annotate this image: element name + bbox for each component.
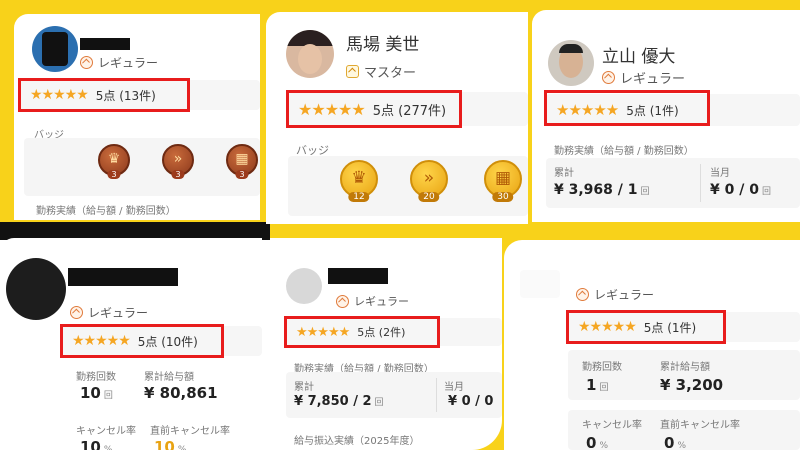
worker-card-4[interactable]: レギュラー ★★★★★ 5点 (10件) 勤務回数 10 回 累計給与額 ¥ 80… [0, 238, 262, 450]
chevrons-icon: » [173, 151, 183, 167]
cancel-rate-label: キャンセル率 [76, 426, 136, 437]
pay-value: ¥ 80,861 [144, 384, 218, 402]
worker-card-2[interactable]: 馬場 美世 マスター ★★★★★ 5点 (277件) バッジ ♛ 12 » 20… [266, 12, 528, 224]
work-record-label: 勤務実績（給与額 / 勤務回数） [36, 206, 176, 217]
worker-card-6[interactable]: レギュラー ★★★★★ 5点 (1件) 勤務回数 1回 累計給与額 ¥ 3,20… [504, 240, 800, 450]
worker-name: 立山 優大 [602, 47, 676, 67]
avatar [6, 258, 66, 320]
work-count-label: 勤務回数 [76, 372, 116, 383]
badge-icon[interactable]: » 20 [410, 160, 448, 202]
avatar-hair [559, 44, 583, 53]
total-value: ¥ 3,968 / 1回 [554, 182, 650, 198]
name-redaction [80, 38, 130, 50]
badge-count: 3 [235, 170, 249, 179]
worker-card-5[interactable]: レギュラー ★★★★★ 5点 (2件) 勤務実績（給与額 / 勤務回数） 累計 … [270, 238, 502, 450]
avatar-face [298, 44, 322, 74]
late-cancel-rate-value: 10% [154, 438, 187, 450]
building-icon: ▦ [494, 168, 512, 188]
month-label: 当月 [710, 168, 730, 179]
rank-label: レギュラー [70, 304, 148, 321]
pay-label: 累計給与額 [660, 362, 710, 373]
pay-value: ¥ 3,200 [660, 376, 724, 394]
worker-card-3[interactable]: 立山 優大 レギュラー ★★★★★ 5点 (1件) 勤務実績（給与額 / 勤務回… [532, 10, 800, 222]
badge-icon[interactable]: » 3 [162, 144, 194, 179]
month-label: 当月 [444, 382, 464, 393]
avatar [548, 40, 594, 86]
worker-card-1[interactable]: レギュラー ★★★★★ 5点 (13件) バッジ ♛ 3 » 3 ▦ 3 勤務実… [14, 14, 260, 220]
badge-icon[interactable]: ♛ 3 [98, 144, 130, 179]
highlight-box [286, 90, 462, 128]
chevrons-icon: » [423, 168, 435, 188]
total-label: 累計 [554, 168, 574, 179]
rank-icon [576, 288, 589, 301]
avatar [286, 268, 322, 304]
month-value: ¥ 0 / 0 [448, 394, 494, 409]
name-redaction [328, 268, 388, 284]
badge-count: 20 [418, 192, 440, 202]
rank-label: マスター [346, 62, 416, 81]
avatar [286, 30, 334, 78]
late-cancel-rate-label: 直前キャンセル率 [150, 426, 230, 437]
building-icon: ▦ [235, 151, 249, 167]
rank-icon [70, 306, 83, 319]
rank-icon [346, 65, 359, 78]
rank-icon [336, 294, 349, 308]
total-label: 累計 [294, 382, 314, 393]
late-cancel-rate-label: 直前キャンセル率 [660, 420, 740, 431]
highlight-box [544, 90, 710, 126]
badge-icon[interactable]: ▦ 30 [484, 160, 522, 202]
work-count-value: 1回 [586, 376, 609, 394]
month-value: ¥ 0 / 0回 [710, 182, 771, 198]
pay-label: 累計給与額 [144, 372, 194, 383]
badges-panel [24, 138, 260, 196]
rank-label: レギュラー [336, 293, 409, 309]
rank-label: レギュラー [80, 54, 158, 71]
cancel-rate-value: 10% [80, 438, 113, 450]
worker-name: 馬場 美世 [346, 35, 420, 55]
rank-label: レギュラー [576, 286, 654, 303]
avatar [32, 26, 78, 72]
total-value: ¥ 7,850 / 2回 [294, 394, 384, 409]
badge-count: 12 [348, 192, 370, 202]
badge-icon[interactable]: ♛ 12 [340, 160, 378, 202]
highlight-box [18, 78, 190, 112]
rank-icon [602, 71, 615, 84]
badge-count: 3 [107, 170, 121, 179]
highlight-box [60, 324, 224, 358]
work-count-value: 10 回 [80, 384, 113, 402]
divider [436, 378, 437, 412]
work-record-label: 勤務実績（給与額 / 勤務回数） [554, 146, 694, 157]
highlight-box [284, 316, 440, 348]
rank-icon [80, 56, 93, 69]
badge-count: 3 [171, 170, 185, 179]
work-count-label: 勤務回数 [582, 362, 622, 373]
transfer-record-label: 給与振込実績（2025年度） [294, 436, 420, 447]
cancel-rate-value: 0% [586, 434, 608, 450]
late-cancel-rate-value: 0% [664, 434, 686, 450]
rank-label: レギュラー [602, 68, 685, 87]
badge-count: 30 [492, 192, 514, 202]
lion-icon: ♛ [107, 151, 121, 167]
highlight-box [566, 310, 726, 344]
badge-icon[interactable]: ▦ 3 [226, 144, 258, 179]
lion-icon: ♛ [351, 168, 367, 188]
avatar [520, 270, 560, 298]
name-redaction [68, 268, 178, 286]
cancel-rate-label: キャンセル率 [582, 420, 642, 431]
divider [700, 164, 701, 202]
avatar-redaction [42, 32, 68, 66]
